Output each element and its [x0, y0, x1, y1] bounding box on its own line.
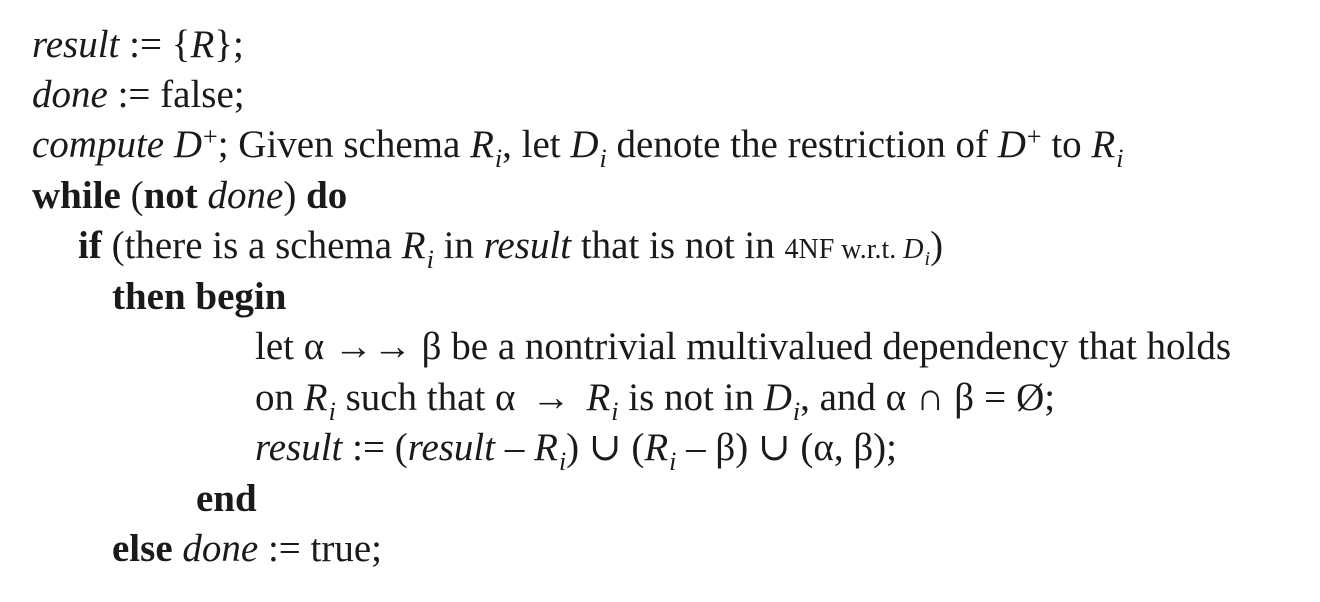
- intersection-symbol: ∩: [916, 376, 945, 419]
- restriction-d: D: [903, 234, 924, 265]
- paren-open: (: [120, 174, 144, 217]
- text-let-mvd: let α →→ β be a nontrivial multivalued d…: [255, 325, 1232, 368]
- kw-compute: compute: [32, 123, 165, 166]
- algo-line-init-result: result := {R};: [32, 20, 244, 70]
- subscript-i: i: [558, 447, 567, 476]
- text-there-is: (there is a schema: [101, 224, 402, 267]
- schema-r: R: [401, 224, 426, 267]
- var-result: result: [32, 23, 120, 66]
- restriction-d: D: [570, 123, 599, 166]
- algo-line-while: while (not done) do: [32, 171, 347, 221]
- subscript-i: i: [1116, 144, 1124, 173]
- algo-line-init-done: done := false;: [32, 70, 245, 120]
- kw-then-begin: then begin: [112, 275, 287, 318]
- subscript-i: i: [611, 397, 619, 426]
- text-in: in: [433, 224, 484, 267]
- subscript-i: i: [669, 447, 677, 476]
- text-union-open: ) ∪ (: [566, 426, 645, 469]
- closure-plus: +: [1026, 122, 1042, 151]
- var-result: result: [255, 426, 343, 469]
- paren-close: ): [930, 224, 944, 267]
- closure-d: D: [164, 123, 203, 166]
- relation-r: R: [190, 23, 215, 66]
- algo-line-update-result: result := (result – Ri) ∪ (Ri – β) ∪ (α,…: [255, 423, 897, 476]
- restriction-d: D: [763, 376, 792, 419]
- algo-line-let: let α →→ β be a nontrivial multivalued d…: [255, 322, 1231, 372]
- kw-do: do: [306, 174, 348, 217]
- algo-line-compute: compute D+; Given schema Ri, let Di deno…: [32, 120, 1124, 173]
- var-done: done: [197, 174, 284, 217]
- text-is-not-in: is not in: [618, 376, 764, 419]
- minus-symbol: –: [495, 426, 535, 469]
- algo-line-else: else done := true;: [112, 524, 382, 574]
- arrow-symbol: →: [531, 376, 571, 419]
- text-4nf: 4NF w.r.t.: [784, 234, 904, 265]
- kw-else: else: [112, 527, 173, 570]
- assign-open: := {: [119, 23, 191, 66]
- text-to: to: [1041, 123, 1092, 166]
- assign-false: := false;: [107, 73, 245, 116]
- schema-r: R: [534, 426, 558, 469]
- closure-plus: +: [203, 122, 218, 151]
- text-given: ; Given schema: [217, 123, 471, 166]
- closure-d: D: [997, 123, 1026, 166]
- algo-line-condition: on Ri such that α → Ri is not in Di, and α…: [255, 373, 1056, 426]
- beta-symbol: β: [954, 376, 975, 419]
- assign-true: := true;: [258, 527, 383, 570]
- text-not-in: that is not in: [571, 224, 785, 267]
- text-such-that: such that α: [335, 376, 516, 419]
- kw-not: not: [143, 174, 198, 217]
- schema-r: R: [644, 426, 669, 469]
- algo-line-if: if (there is a schema Ri in result that …: [78, 221, 944, 274]
- subscript-i: i: [494, 144, 503, 173]
- algo-line-then-begin: then begin: [112, 272, 286, 322]
- empty-set-symbol: Ø;: [1016, 376, 1056, 419]
- equals-symbol: =: [984, 376, 1007, 419]
- var-result: result: [407, 426, 496, 469]
- kw-if: if: [78, 224, 102, 267]
- var-result: result: [483, 224, 572, 267]
- text-on: on: [255, 376, 304, 419]
- subscript-i: i: [792, 397, 801, 426]
- assign-close: };: [214, 23, 244, 66]
- subscript-i: i: [599, 144, 607, 173]
- schema-r: R: [470, 123, 494, 166]
- subscript-i: i: [924, 248, 931, 270]
- text-union-rest: – β) ∪ (α, β);: [676, 426, 897, 469]
- paren-close: ): [283, 174, 307, 217]
- schema-r: R: [303, 376, 328, 419]
- schema-r: R: [586, 376, 611, 419]
- assign-open: := (: [342, 426, 408, 469]
- subscript-i: i: [328, 397, 336, 426]
- algo-line-end: end: [196, 474, 257, 524]
- algorithm-block: result := {R}; done := false; compute D+…: [0, 0, 1320, 602]
- text-denote: denote the restriction of: [606, 123, 998, 166]
- kw-while: while: [32, 174, 121, 217]
- text-let: , let: [502, 123, 571, 166]
- subscript-i: i: [426, 245, 434, 274]
- kw-end: end: [196, 477, 257, 520]
- schema-r: R: [1091, 123, 1116, 166]
- var-done: done: [172, 527, 259, 570]
- var-done: done: [32, 73, 108, 116]
- text-and-alpha: , and α: [800, 376, 907, 419]
